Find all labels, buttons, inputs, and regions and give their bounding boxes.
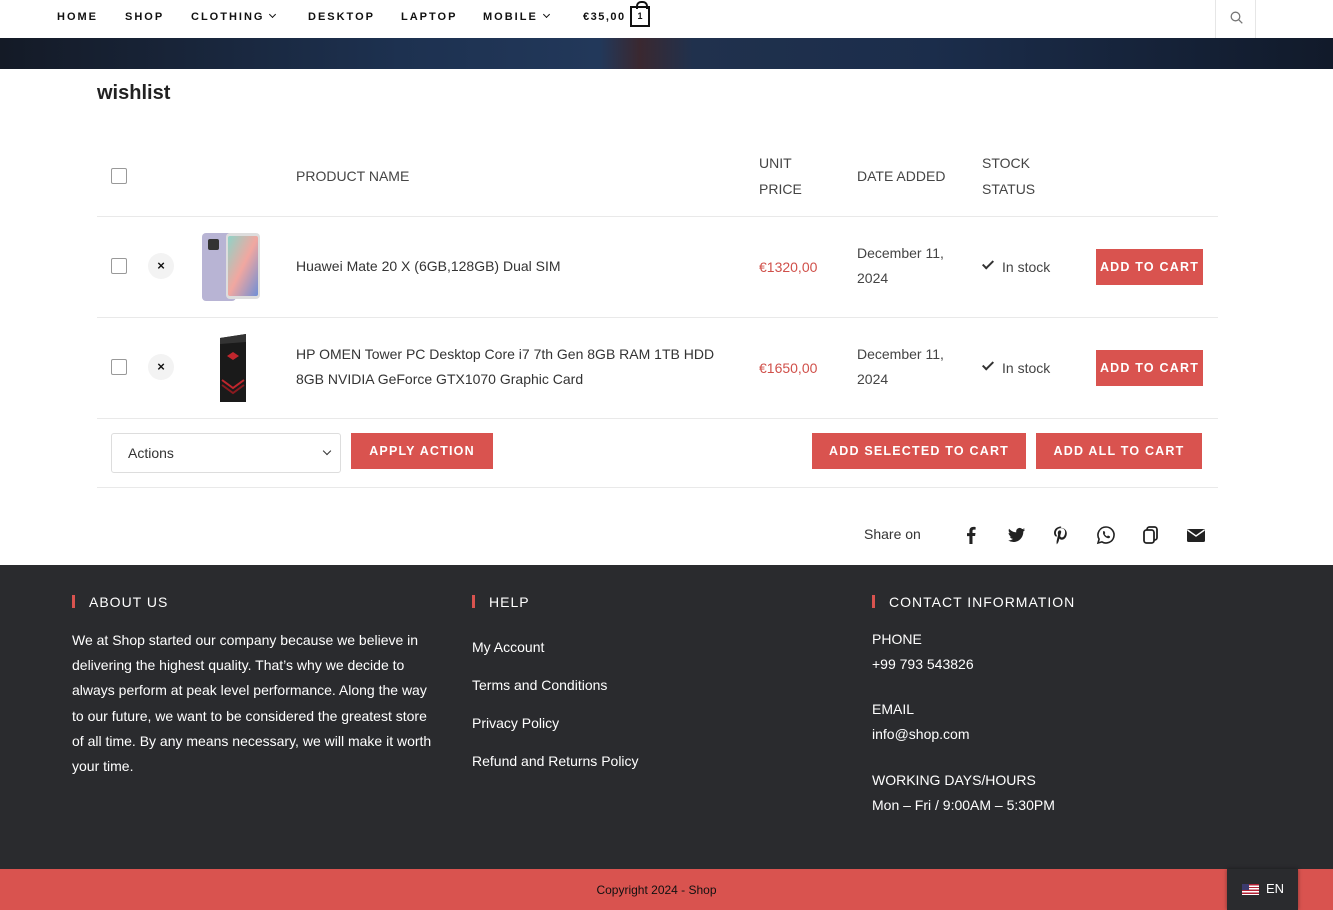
nav-laptop[interactable]: LAPTOP — [401, 11, 457, 23]
add-to-cart-button[interactable]: ADD TO CART — [1096, 350, 1203, 386]
whatsapp-icon[interactable] — [1095, 524, 1117, 546]
footer-heading-help: HELP — [472, 594, 530, 610]
table-row: × HP OMEN Tower PC Desktop Core i7 7th G… — [97, 318, 1218, 419]
chevron-down-icon — [542, 10, 550, 19]
pinterest-icon[interactable] — [1050, 524, 1072, 546]
about-text: We at Shop started our company because w… — [72, 632, 432, 775]
actions-select-value: Actions — [128, 445, 174, 461]
top-navigation: HOME SHOP CLOTHING DESKTOP LAPTOP MOBILE… — [0, 0, 1333, 38]
product-price: €1650,00 — [759, 360, 818, 376]
nav-shop[interactable]: SHOP — [125, 11, 164, 23]
cart-count: 1 — [637, 11, 643, 21]
date-line2: 2024 — [857, 371, 889, 387]
us-flag-icon — [1242, 884, 1259, 895]
add-to-cart-button[interactable]: ADD TO CART — [1096, 249, 1203, 285]
nav-mobile[interactable]: MOBILE — [483, 10, 550, 23]
product-name-line1: HP OMEN Tower PC Desktop Core i7 7th Gen… — [296, 346, 715, 362]
product-name-link[interactable]: HP OMEN Tower PC Desktop Core i7 7th Gen… — [296, 342, 736, 392]
contact-hours: WORKING DAYS/HOURS Mon – Fri / 9:00AM – 5… — [872, 768, 1055, 818]
check-icon — [981, 257, 995, 270]
cart-bag-icon[interactable]: 1 — [630, 1, 650, 27]
hours-label: WORKING DAYS/HOURS — [872, 772, 1036, 788]
row-checkbox[interactable] — [111, 359, 127, 375]
nav-desktop[interactable]: DESKTOP — [308, 11, 375, 23]
nav-home[interactable]: HOME — [57, 11, 98, 23]
remove-item-button[interactable]: × — [148, 354, 174, 380]
header-date-added: DATE ADDED — [857, 168, 946, 184]
add-all-to-cart-button[interactable]: ADD ALL TO CART — [1036, 433, 1202, 469]
actions-select[interactable]: Actions — [111, 433, 341, 473]
language-code: EN — [1266, 881, 1285, 896]
bulk-actions-row: Actions APPLY ACTION ADD SELECTED TO CAR… — [97, 419, 1218, 488]
product-name-line2: 8GB NVIDIA GeForce GTX1070 Graphic Card — [296, 371, 584, 387]
date-line2: 2024 — [857, 270, 889, 286]
phone-value[interactable]: +99 793 543826 — [872, 656, 974, 672]
email-label: EMAIL — [872, 701, 915, 717]
copyright-text: Copyright 2024 - Shop — [596, 883, 717, 897]
chevron-down-icon — [322, 446, 332, 456]
contact-email: EMAIL info@shop.com — [872, 697, 969, 747]
nav-mobile-label: MOBILE — [483, 11, 538, 23]
header-unit-price-line2: PRICE — [759, 181, 802, 197]
nav-clothing-label: CLOTHING — [191, 11, 265, 23]
product-image-hp-omen[interactable] — [216, 332, 250, 404]
add-selected-to-cart-button[interactable]: ADD SELECTED TO CART — [812, 433, 1026, 469]
nav-clothing[interactable]: CLOTHING — [191, 10, 277, 23]
contact-phone: PHONE +99 793 543826 — [872, 627, 974, 677]
product-price: €1320,00 — [759, 259, 818, 275]
stock-label: In stock — [1002, 259, 1051, 275]
stock-status: In stock — [981, 358, 1051, 376]
phone-label: PHONE — [872, 631, 922, 647]
stock-status: In stock — [981, 257, 1051, 275]
footer-link-my-account[interactable]: My Account — [472, 639, 544, 655]
header-unit-price: UNIT PRICE — [759, 150, 802, 202]
remove-item-button[interactable]: × — [148, 253, 174, 279]
date-added: December 11, 2024 — [857, 342, 967, 392]
footer-link-refund[interactable]: Refund and Returns Policy — [472, 753, 639, 769]
email-value[interactable]: info@shop.com — [872, 726, 969, 742]
header-stock-line1: STOCK — [982, 155, 1030, 171]
footer-link-terms[interactable]: Terms and Conditions — [472, 677, 607, 693]
page-title: wishlist — [97, 82, 171, 104]
stock-label: In stock — [1002, 360, 1051, 376]
cart-total[interactable]: €35,00 — [583, 11, 626, 23]
twitter-icon[interactable] — [1005, 524, 1027, 546]
footer: ABOUT US We at Shop started our company … — [0, 565, 1333, 869]
table-row: × Huawei Mate 20 X (6GB,128GB) Dual SIM … — [97, 217, 1218, 318]
copyright-bar: Copyright 2024 - Shop EN — [0, 869, 1333, 910]
facebook-icon[interactable] — [960, 524, 982, 546]
date-line1: December 11, — [857, 346, 944, 362]
share-label: Share on — [864, 526, 921, 542]
date-added: December 11, 2024 — [857, 241, 967, 291]
search-icon — [1230, 11, 1243, 24]
copy-icon[interactable] — [1140, 524, 1162, 546]
header-product-name: PRODUCT NAME — [296, 168, 410, 184]
product-name-link[interactable]: Huawei Mate 20 X (6GB,128GB) Dual SIM — [296, 254, 736, 279]
apply-action-button[interactable]: APPLY ACTION — [351, 433, 493, 469]
language-switcher[interactable]: EN — [1227, 869, 1298, 910]
product-image-huawei[interactable] — [200, 231, 264, 303]
footer-heading-about: ABOUT US — [72, 594, 168, 610]
header-stock-status: STOCK STATUS — [982, 150, 1035, 202]
select-all-checkbox[interactable] — [111, 168, 127, 184]
footer-link-privacy[interactable]: Privacy Policy — [472, 715, 559, 731]
check-icon — [981, 358, 995, 371]
date-line1: December 11, — [857, 245, 944, 261]
page-banner — [0, 38, 1333, 69]
email-icon[interactable] — [1185, 524, 1207, 546]
header-unit-price-line1: UNIT — [759, 155, 792, 171]
header-stock-line2: STATUS — [982, 181, 1036, 197]
search-button[interactable] — [1215, 0, 1256, 38]
hours-value: Mon – Fri / 9:00AM – 5:30PM — [872, 797, 1055, 813]
footer-heading-contact: CONTACT INFORMATION — [872, 594, 1075, 610]
row-checkbox[interactable] — [111, 258, 127, 274]
chevron-down-icon — [269, 10, 277, 19]
table-header: PRODUCT NAME UNIT PRICE DATE ADDED STOCK S… — [97, 137, 1218, 217]
